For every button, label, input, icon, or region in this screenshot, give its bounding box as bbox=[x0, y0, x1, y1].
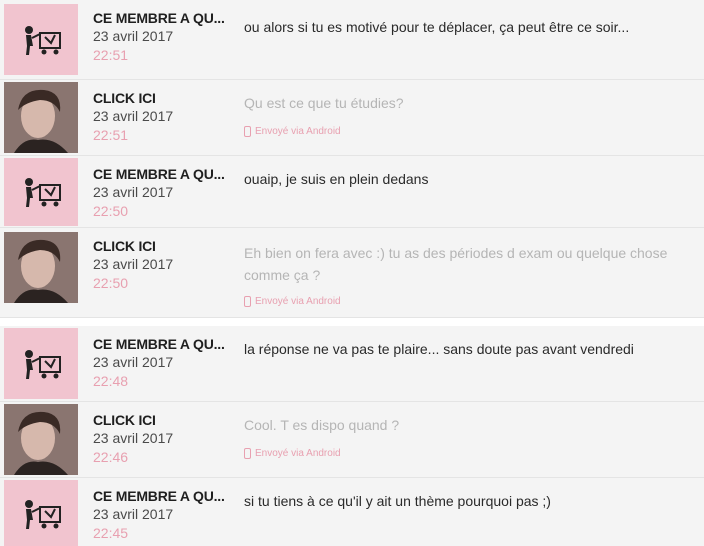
sent-via-android: Envoyé via Android bbox=[244, 126, 341, 137]
message-text: ou alors si tu es motivé pour te déplace… bbox=[244, 19, 630, 35]
author-name[interactable]: CE MEMBRE A QU... bbox=[93, 166, 238, 182]
message-row[interactable]: CLICK ICI 23 avril 2017 22:51 Qu est ce … bbox=[0, 80, 704, 156]
message-row[interactable]: CLICK ICI 23 avril 2017 22:46 Cool. T es… bbox=[0, 402, 704, 478]
profile-photo bbox=[4, 232, 78, 303]
profile-avatar[interactable] bbox=[4, 404, 78, 475]
sent-via-android: Envoyé via Android bbox=[244, 296, 341, 307]
phone-icon bbox=[244, 296, 251, 307]
message-text: la réponse ne va pas te plaire... sans d… bbox=[244, 341, 634, 357]
member-icon bbox=[25, 178, 61, 207]
sent-via-android: Envoyé via Android bbox=[244, 448, 341, 459]
message-time: 22:51 bbox=[93, 47, 129, 63]
row-separator bbox=[0, 318, 704, 326]
profile-avatar[interactable] bbox=[4, 82, 78, 153]
sent-via-label: Envoyé via Android bbox=[255, 296, 341, 307]
message-time: 22:48 bbox=[93, 373, 129, 389]
sent-via-label: Envoyé via Android bbox=[255, 448, 341, 459]
message-date: 23 avril 2017 bbox=[93, 256, 174, 272]
message-text: Qu est ce que tu étudies? bbox=[244, 95, 404, 111]
message-text: Cool. T es dispo quand ? bbox=[244, 417, 400, 433]
message-date: 23 avril 2017 bbox=[93, 354, 174, 370]
message-time: 22:51 bbox=[93, 127, 129, 143]
phone-icon bbox=[244, 448, 251, 459]
message-text: si tu tiens à ce qu'il y ait un thème po… bbox=[244, 493, 551, 509]
message-date: 23 avril 2017 bbox=[93, 430, 174, 446]
author-name[interactable]: CE MEMBRE A QU... bbox=[93, 488, 238, 504]
message-row[interactable]: CE MEMBRE A QU... 23 avril 2017 22:45 si… bbox=[0, 478, 704, 546]
message-time: 22:50 bbox=[93, 275, 129, 291]
author-name[interactable]: CLICK ICI bbox=[93, 412, 238, 428]
author-name[interactable]: CE MEMBRE A QU... bbox=[93, 336, 238, 352]
profile-photo bbox=[4, 82, 78, 153]
profile-avatar[interactable] bbox=[4, 232, 78, 303]
member-avatar[interactable] bbox=[4, 4, 78, 75]
message-time: 22:50 bbox=[93, 203, 129, 219]
message-row[interactable]: CE MEMBRE A QU... 23 avril 2017 22:50 ou… bbox=[0, 156, 704, 228]
member-avatar[interactable] bbox=[4, 480, 78, 546]
message-text: Eh bien on fera avec :) tu as des périod… bbox=[244, 245, 668, 283]
author-name[interactable]: CLICK ICI bbox=[93, 238, 238, 254]
message-time: 22:46 bbox=[93, 449, 129, 465]
member-icon bbox=[25, 350, 61, 379]
message-row[interactable]: CLICK ICI 23 avril 2017 22:50 Eh bien on… bbox=[0, 228, 704, 318]
member-icon bbox=[25, 500, 61, 529]
message-row[interactable]: CE MEMBRE A QU... 23 avril 2017 22:51 ou… bbox=[0, 0, 704, 80]
phone-icon bbox=[244, 126, 251, 137]
message-date: 23 avril 2017 bbox=[93, 28, 174, 44]
profile-photo bbox=[4, 404, 78, 475]
message-date: 23 avril 2017 bbox=[93, 108, 174, 124]
member-icon bbox=[25, 26, 61, 55]
message-date: 23 avril 2017 bbox=[93, 184, 174, 200]
member-avatar[interactable] bbox=[4, 158, 78, 226]
message-thread: CE MEMBRE A QU... 23 avril 2017 22:51 ou… bbox=[0, 0, 704, 546]
message-date: 23 avril 2017 bbox=[93, 506, 174, 522]
author-name[interactable]: CLICK ICI bbox=[93, 90, 238, 106]
member-avatar[interactable] bbox=[4, 328, 78, 399]
message-text: ouaip, je suis en plein dedans bbox=[244, 171, 429, 187]
author-name[interactable]: CE MEMBRE A QU... bbox=[93, 10, 238, 26]
message-time: 22:45 bbox=[93, 525, 129, 541]
sent-via-label: Envoyé via Android bbox=[255, 126, 341, 137]
message-row[interactable]: CE MEMBRE A QU... 23 avril 2017 22:48 la… bbox=[0, 326, 704, 402]
